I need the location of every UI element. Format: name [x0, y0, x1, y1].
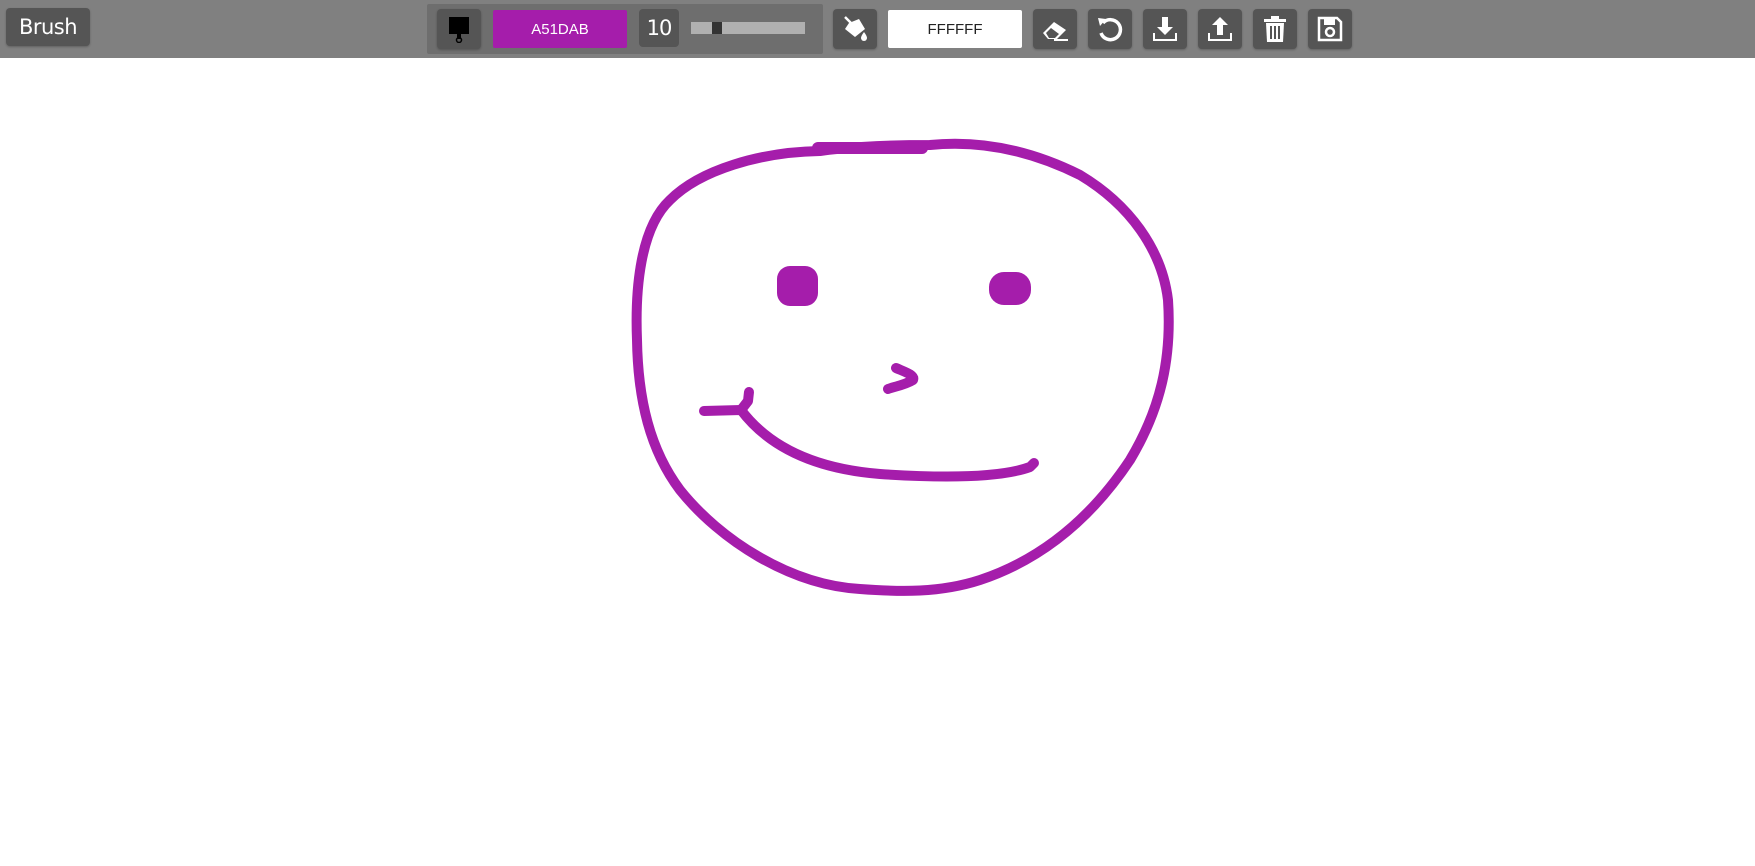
save-button[interactable] [1308, 9, 1352, 49]
smile-stroke [699, 405, 1039, 482]
brush-color-field[interactable]: A51DAB [493, 10, 627, 48]
fill-color-field[interactable]: FFFFFF [888, 10, 1022, 48]
brush-tool-button[interactable] [437, 9, 481, 49]
trash-icon [1262, 15, 1288, 43]
paintbrush-icon [447, 15, 471, 43]
download-button[interactable] [1143, 9, 1187, 49]
undo-icon [1095, 15, 1125, 43]
nose-stroke [883, 363, 919, 394]
save-icon [1316, 15, 1344, 43]
mode-button[interactable]: Brush [6, 8, 90, 46]
drawing-canvas[interactable] [0, 58, 1755, 861]
fill-tool-button[interactable] [833, 9, 877, 49]
clear-canvas-button[interactable] [1253, 9, 1297, 49]
eraser-button[interactable] [1033, 9, 1077, 49]
brush-size-value: 10 [639, 9, 679, 47]
upload-icon [1205, 15, 1235, 43]
left-eye [777, 266, 818, 306]
eraser-icon [1040, 16, 1070, 42]
right-eye [989, 272, 1031, 305]
undo-button[interactable] [1088, 9, 1132, 49]
upload-button[interactable] [1198, 9, 1242, 49]
paint-bucket-icon [840, 15, 870, 43]
toolbar: Brush A51DAB 10 FFFFFF [0, 0, 1755, 58]
download-icon [1150, 15, 1180, 43]
brush-size-slider[interactable] [691, 22, 805, 34]
slider-thumb[interactable] [712, 22, 722, 34]
smile-hook [736, 387, 754, 415]
drawing-strokes [631, 138, 1174, 596]
